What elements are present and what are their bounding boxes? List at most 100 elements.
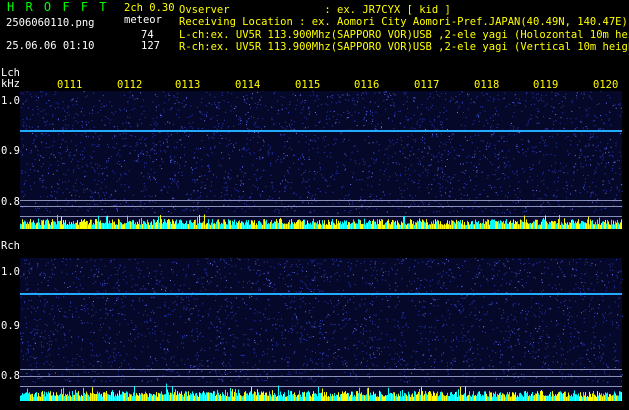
amplitude-bar (280, 391, 281, 401)
amplitude-bar (393, 220, 394, 229)
amplitude-bar (128, 396, 129, 401)
amplitude-bar (607, 219, 608, 229)
amplitude-bar (306, 224, 307, 229)
amplitude-bar (395, 395, 396, 401)
amplitude-bar (310, 222, 311, 229)
amplitude-bar (434, 392, 435, 401)
amplitude-bar (124, 223, 125, 229)
amplitude-bar (452, 394, 453, 401)
amplitude-bar (483, 395, 484, 401)
amplitude-bar (363, 394, 364, 401)
amplitude-bar (519, 393, 520, 401)
amplitude-bar (608, 396, 609, 401)
amplitude-bar (68, 224, 69, 229)
amplitude-bar (276, 396, 277, 401)
amplitude-bar (301, 396, 302, 401)
amplitude-bar (403, 395, 404, 401)
amplitude-bar (302, 221, 303, 229)
amplitude-bar (123, 224, 124, 229)
amplitude-bar (113, 392, 114, 401)
amplitude-bar (511, 396, 512, 401)
amplitude-bar (156, 221, 157, 229)
amplitude-bar (77, 392, 78, 401)
amplitude-bar (457, 396, 458, 401)
amplitude-bar (308, 390, 309, 401)
amplitude-bar (537, 219, 538, 229)
amplitude-bar (398, 393, 399, 401)
amplitude-bar (188, 391, 189, 401)
amplitude-bar (434, 223, 435, 229)
amplitude-bar (454, 222, 455, 229)
amplitude-bar (31, 394, 32, 401)
amplitude-bar (435, 395, 436, 401)
amplitude-bar (532, 392, 533, 401)
amplitude-bar (213, 223, 214, 229)
amplitude-bar (24, 393, 25, 401)
spectrogram-background (20, 258, 622, 401)
amplitude-bar (557, 393, 558, 401)
amplitude-bar (512, 222, 513, 229)
amplitude-bar (110, 223, 111, 229)
amplitude-bar (242, 221, 243, 229)
amplitude-bar (614, 224, 615, 229)
amplitude-bar (471, 221, 472, 229)
amplitude-bar (348, 222, 349, 229)
amplitude-bar (261, 223, 262, 229)
amplitude-bar (473, 391, 474, 401)
amplitude-bar (314, 393, 315, 401)
amplitude-bar (125, 392, 126, 401)
amplitude-bar (95, 219, 96, 229)
amplitude-bar (60, 393, 61, 401)
amplitude-bar (366, 394, 367, 401)
amplitude-bar (544, 219, 545, 229)
amplitude-bar (419, 388, 420, 401)
amplitude-bar (218, 392, 219, 401)
amplitude-bar (617, 219, 618, 229)
amplitude-bar (529, 395, 530, 401)
amplitude-bar (279, 395, 280, 401)
amplitude-bar (306, 392, 307, 401)
amplitude-bar (331, 396, 332, 401)
amplitude-bar (172, 386, 173, 401)
amplitude-bar (398, 222, 399, 229)
amplitude-bar (47, 393, 48, 401)
amplitude-bar (127, 215, 128, 229)
amplitude-bar (245, 222, 246, 229)
amplitude-bar (342, 391, 343, 401)
amplitude-bar (126, 222, 127, 229)
amplitude-bar (589, 224, 590, 229)
amplitude-bar (323, 396, 324, 401)
amplitude-bar (430, 224, 431, 229)
amplitude-bar (389, 393, 390, 401)
amplitude-bar (314, 222, 315, 229)
amplitude-bar (61, 216, 62, 229)
amplitude-bar (313, 391, 314, 401)
amplitude-bar (103, 392, 104, 401)
amplitude-bar (613, 220, 614, 229)
amplitude-bar (160, 393, 161, 401)
amplitude-bar (407, 223, 408, 229)
amplitude-bar (246, 393, 247, 401)
amplitude-bar (162, 394, 163, 401)
amplitude-bar (376, 224, 377, 229)
amplitude-bar (126, 391, 127, 401)
amplitude-bar (36, 223, 37, 229)
amplitude-bar (86, 220, 87, 229)
amplitude-bar (76, 392, 77, 401)
amplitude-bar (226, 395, 227, 401)
amplitude-bar (180, 393, 181, 401)
amplitude-bar (589, 391, 590, 401)
amplitude-bar (122, 224, 123, 229)
amplitude-bar (121, 394, 122, 401)
amplitude-bar (543, 395, 544, 401)
amplitude-bar (254, 220, 255, 229)
amplitude-bar (311, 224, 312, 229)
amplitude-bar (45, 396, 46, 401)
amplitude-bar (178, 223, 179, 229)
amplitude-bar (367, 388, 368, 401)
amplitude-bar (374, 221, 375, 229)
amplitude-bar (84, 392, 85, 401)
amplitude-bar (580, 392, 581, 401)
amplitude-bar (38, 392, 39, 401)
amplitude-bar (32, 222, 33, 229)
